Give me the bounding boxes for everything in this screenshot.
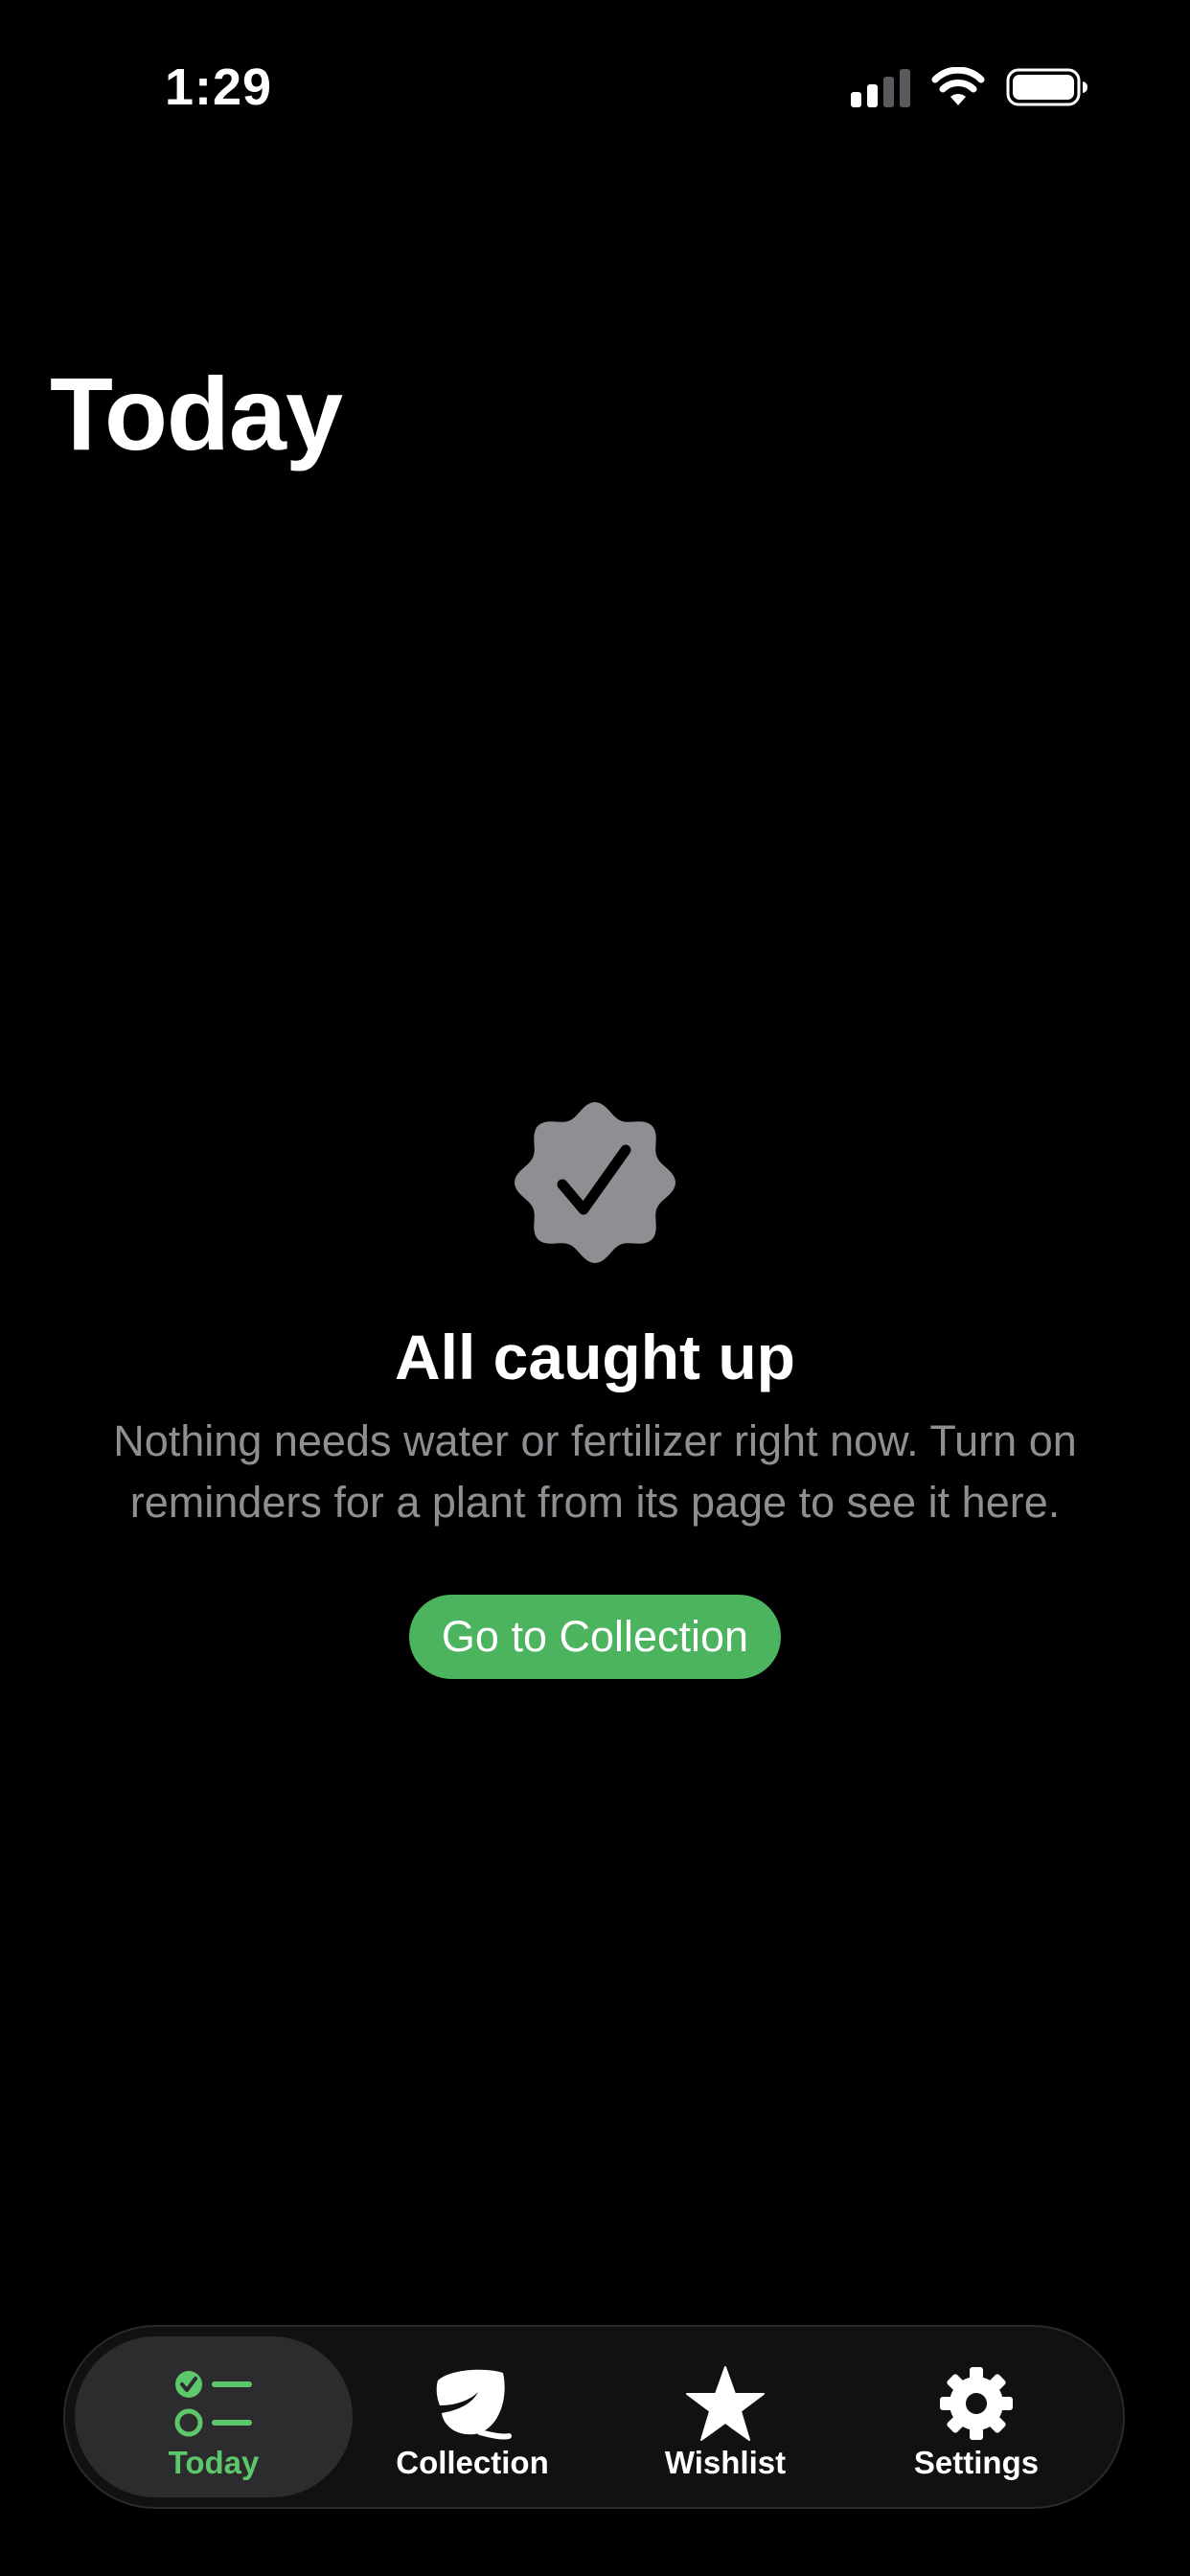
tab-settings[interactable]: Settings — [857, 2336, 1096, 2497]
tab-settings-label: Settings — [913, 2445, 1040, 2480]
tab-wishlist-label: Wishlist — [664, 2445, 787, 2480]
star-icon — [686, 2366, 765, 2441]
empty-state-title: All caught up — [395, 1322, 795, 1392]
empty-state: All caught up Nothing needs water or fer… — [0, 1100, 1190, 1679]
status-bar: 1:29 — [0, 0, 1190, 153]
cellular-signal-icon — [851, 67, 910, 107]
go-to-collection-button[interactable]: Go to Collection — [408, 1595, 782, 1679]
tab-today[interactable]: Today — [75, 2336, 353, 2497]
status-time: 1:29 — [165, 58, 273, 116]
empty-state-message: Nothing needs water or fertilizer right … — [113, 1416, 1077, 1527]
tab-wishlist[interactable]: Wishlist — [606, 2336, 845, 2497]
wifi-icon — [931, 67, 985, 105]
checklist-icon — [174, 2371, 252, 2437]
checkmark-seal-icon — [515, 1102, 675, 1263]
tab-today-label: Today — [168, 2445, 260, 2480]
battery-icon — [1006, 68, 1087, 106]
status-icons — [851, 63, 1088, 111]
tab-collection-label: Collection — [396, 2445, 549, 2480]
leaf-icon — [436, 2369, 512, 2440]
gear-icon — [940, 2367, 1013, 2440]
tab-collection[interactable]: Collection — [353, 2336, 592, 2497]
tab-bar: Today Collection Wishlist Settings — [63, 2325, 1125, 2509]
page-title: Today — [50, 356, 343, 472]
